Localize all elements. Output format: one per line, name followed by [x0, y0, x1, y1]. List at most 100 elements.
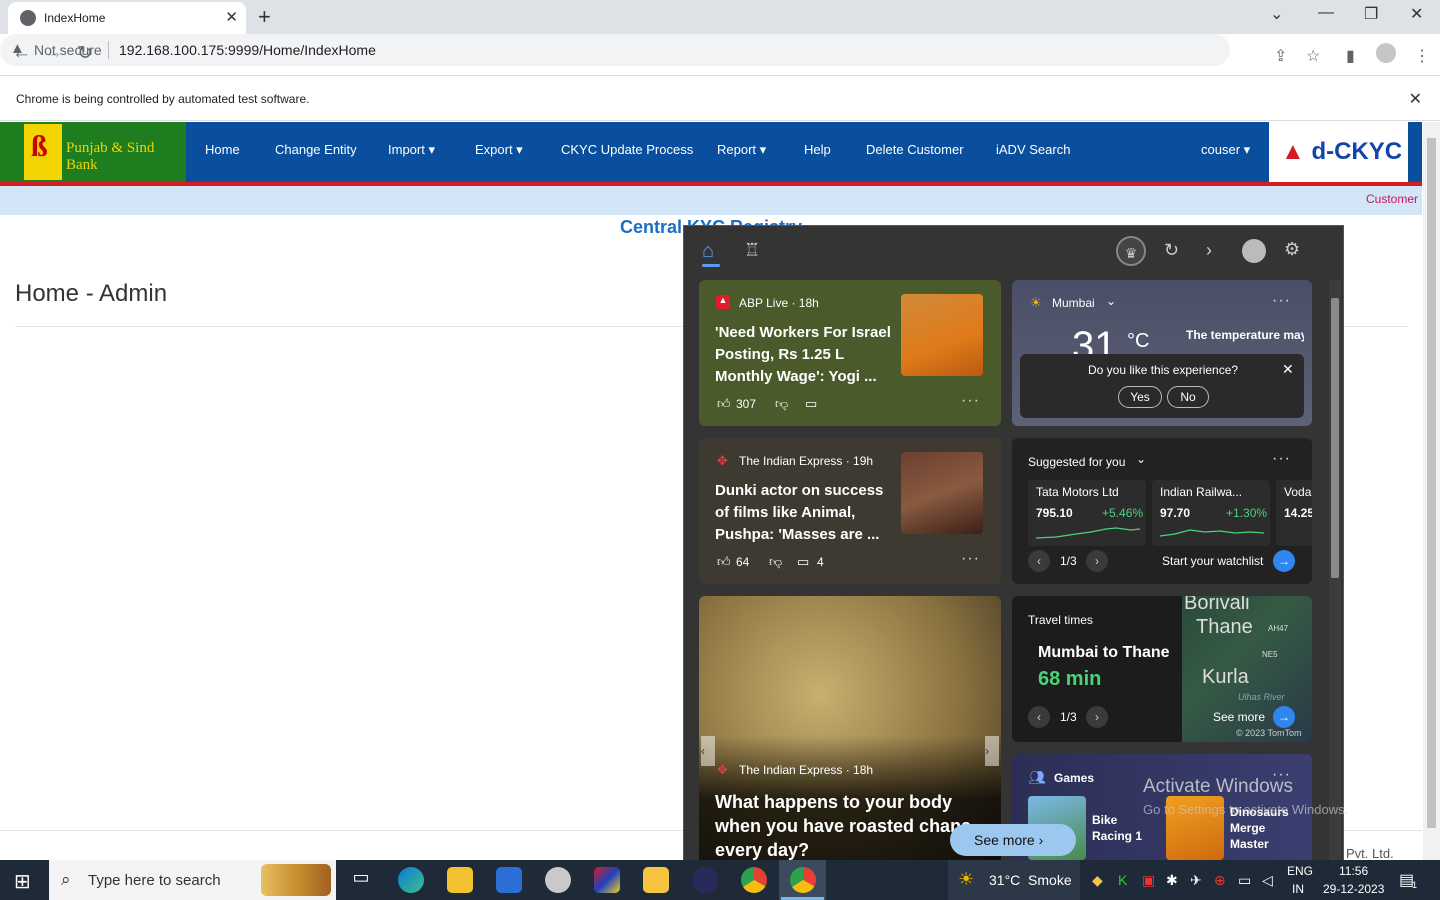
chrome-active-slot[interactable] — [779, 860, 826, 900]
network-icon[interactable]: ▭ — [1238, 872, 1251, 889]
close-icon[interactable]: ✕ — [225, 8, 238, 26]
new-tab-button[interactable]: + — [258, 4, 271, 30]
tray-icon[interactable]: ✱ — [1166, 872, 1178, 889]
chevron-right-icon[interactable]: › — [1206, 240, 1212, 261]
scrollbar-thumb[interactable] — [1331, 298, 1339, 578]
gear-icon[interactable]: ⚙ — [1284, 239, 1300, 260]
arrow-right-icon[interactable]: → — [1273, 706, 1295, 728]
like-icon[interactable]: 👍︎ — [717, 554, 731, 570]
customer-link[interactable]: Customer — [1366, 192, 1418, 206]
rewards-icon[interactable]: ♛ — [1116, 236, 1146, 266]
clock-time[interactable]: 11:56 — [1339, 864, 1368, 878]
language-indicator[interactable]: ENG — [1287, 864, 1313, 878]
chevron-down-icon[interactable]: ⌄ — [1106, 294, 1116, 308]
sidepanel-icon[interactable]: ▮ — [1346, 46, 1355, 66]
weather-city[interactable]: Mumbai — [1052, 296, 1095, 310]
clock-date[interactable]: 29-12-2023 — [1323, 882, 1384, 896]
nav-item[interactable]: Report ▾ — [717, 142, 766, 158]
news-headline[interactable]: Dunki actor on success of films like Ani… — [715, 480, 897, 546]
close-icon[interactable]: ✕ — [1409, 89, 1422, 109]
app-icon[interactable] — [594, 867, 620, 893]
nav-item[interactable]: Delete Customer — [866, 142, 964, 157]
share-icon[interactable]: ⇪ — [1274, 46, 1287, 66]
star-icon[interactable]: ☆ — [1306, 46, 1320, 66]
chevron-left-icon[interactable]: ‹ — [1028, 706, 1050, 728]
bank-logo[interactable]: ß Punjab & Sind Bank — [0, 122, 186, 182]
chevron-left-icon[interactable]: ‹ — [1028, 550, 1050, 572]
file-explorer-icon[interactable] — [447, 867, 473, 893]
minimize-button[interactable]: — — [1318, 4, 1334, 22]
arrow-right-icon[interactable]: → — [1273, 550, 1295, 572]
feedback-no-button[interactable]: No — [1167, 386, 1209, 408]
nav-item[interactable]: Help — [804, 142, 831, 157]
stock-tile[interactable]: Voda 14.25 — [1276, 480, 1312, 546]
nav-item[interactable]: iADV Search — [996, 142, 1070, 157]
news-headline[interactable]: 'Need Workers For Israel Posting, Rs 1.2… — [715, 322, 897, 388]
like-icon[interactable]: 👍︎ — [717, 396, 731, 412]
chevron-right-icon[interactable]: › — [1086, 706, 1108, 728]
restore-button[interactable]: ❐ — [1364, 4, 1378, 24]
stocks-card[interactable]: Suggested for you ⌄ ··· Tata Motors Ltd … — [1012, 438, 1312, 584]
stock-tile[interactable]: Tata Motors Ltd 795.10 +5.46% — [1028, 480, 1146, 546]
refresh-icon[interactable]: ↻ — [1164, 240, 1179, 261]
windows-start-icon[interactable]: ⊞ — [14, 869, 31, 894]
news-card[interactable]: ▲ ABP Live · 18h 'Need Workers For Israe… — [699, 280, 1001, 426]
tray-icon[interactable]: ⊕ — [1214, 872, 1226, 889]
app-icon[interactable] — [692, 867, 718, 893]
nav-item[interactable]: Change Entity — [275, 142, 357, 157]
comment-icon[interactable]: ▭ — [797, 554, 809, 570]
weather-card[interactable]: ☀ Mumbai ⌄ ··· 31 °C The temperature may… — [1012, 280, 1312, 426]
nav-item[interactable]: Import ▾ — [388, 142, 435, 158]
travel-see-more[interactable]: See more — [1213, 710, 1265, 724]
dislike-icon[interactable]: 👎︎ — [769, 554, 782, 570]
more-icon[interactable]: ··· — [961, 550, 980, 568]
tray-icon[interactable]: ◆ — [1092, 872, 1103, 889]
close-window-button[interactable]: ✕ — [1410, 4, 1423, 24]
app-icon[interactable] — [643, 867, 669, 893]
nav-item[interactable]: Home — [205, 142, 240, 157]
travel-card[interactable]: Borivali Thane Kurla AH47 NE5 Ulhas Rive… — [1012, 596, 1312, 742]
news-card-large[interactable]: ✥ The Indian Express · 18h What happens … — [699, 596, 1001, 864]
page-scrollbar[interactable] — [1423, 122, 1440, 860]
home-icon[interactable]: ⌂ — [702, 240, 714, 263]
taskbar-weather[interactable]: ☀ 31°C Smoke — [948, 860, 1080, 900]
tab-indexhome[interactable]: IndexHome ✕ — [8, 2, 246, 34]
store-icon[interactable] — [496, 867, 522, 893]
chevron-down-icon[interactable]: ⌄ — [1270, 4, 1283, 24]
edge-icon[interactable] — [398, 867, 424, 893]
taskbar-search[interactable]: ⌕ Type here to search — [49, 860, 336, 900]
stock-tile[interactable]: Indian Railwa... 97.70 +1.30% — [1152, 480, 1270, 546]
nav-item[interactable]: Export ▾ — [475, 142, 523, 158]
url-text[interactable]: 192.168.100.175:9999/Home/IndexHome — [119, 42, 376, 58]
more-icon[interactable]: ⋮ — [1414, 46, 1430, 66]
more-icon[interactable]: ··· — [1272, 292, 1291, 310]
chevron-right-icon[interactable]: › — [1086, 550, 1108, 572]
address-bar[interactable]: ▲ Not secure 192.168.100.175:9999/Home/I… — [0, 34, 1230, 66]
tray-icon[interactable]: ▣ — [1142, 872, 1155, 889]
user-menu[interactable]: couser ▾ — [1201, 142, 1250, 158]
scrollbar-thumb[interactable] — [1427, 138, 1436, 828]
avatar[interactable] — [1242, 239, 1266, 263]
widgets-scrollbar[interactable] — [1329, 280, 1341, 864]
task-view-icon[interactable]: ▭ — [348, 867, 374, 893]
chevron-left-icon[interactable]: ‹ — [701, 736, 715, 766]
more-icon[interactable]: ··· — [1272, 450, 1291, 468]
tray-icon[interactable]: K — [1118, 872, 1127, 888]
feedback-yes-button[interactable]: Yes — [1118, 386, 1162, 408]
comment-icon[interactable]: ▭ — [805, 396, 817, 412]
chevron-down-icon[interactable]: ⌄ — [1136, 452, 1146, 466]
more-icon[interactable]: ··· — [961, 392, 980, 410]
close-icon[interactable]: ✕ — [1282, 361, 1294, 378]
nav-item[interactable]: CKYC Update Process — [561, 142, 693, 157]
chevron-right-icon[interactable]: › — [985, 736, 999, 766]
see-more-button[interactable]: See more › — [950, 824, 1076, 856]
news-card[interactable]: ✥ The Indian Express · 19h Dunki actor o… — [699, 438, 1001, 584]
profile-icon[interactable] — [1376, 43, 1396, 63]
tray-icon[interactable]: ✈ — [1190, 872, 1202, 889]
chrome-icon[interactable] — [741, 867, 767, 893]
news-headline[interactable]: What happens to your body when you have … — [715, 790, 991, 862]
app-icon[interactable] — [545, 867, 571, 893]
explore-icon[interactable]: ♖ — [744, 240, 760, 261]
volume-icon[interactable]: ◁ — [1262, 872, 1273, 889]
dislike-icon[interactable]: 👎︎ — [775, 396, 788, 412]
